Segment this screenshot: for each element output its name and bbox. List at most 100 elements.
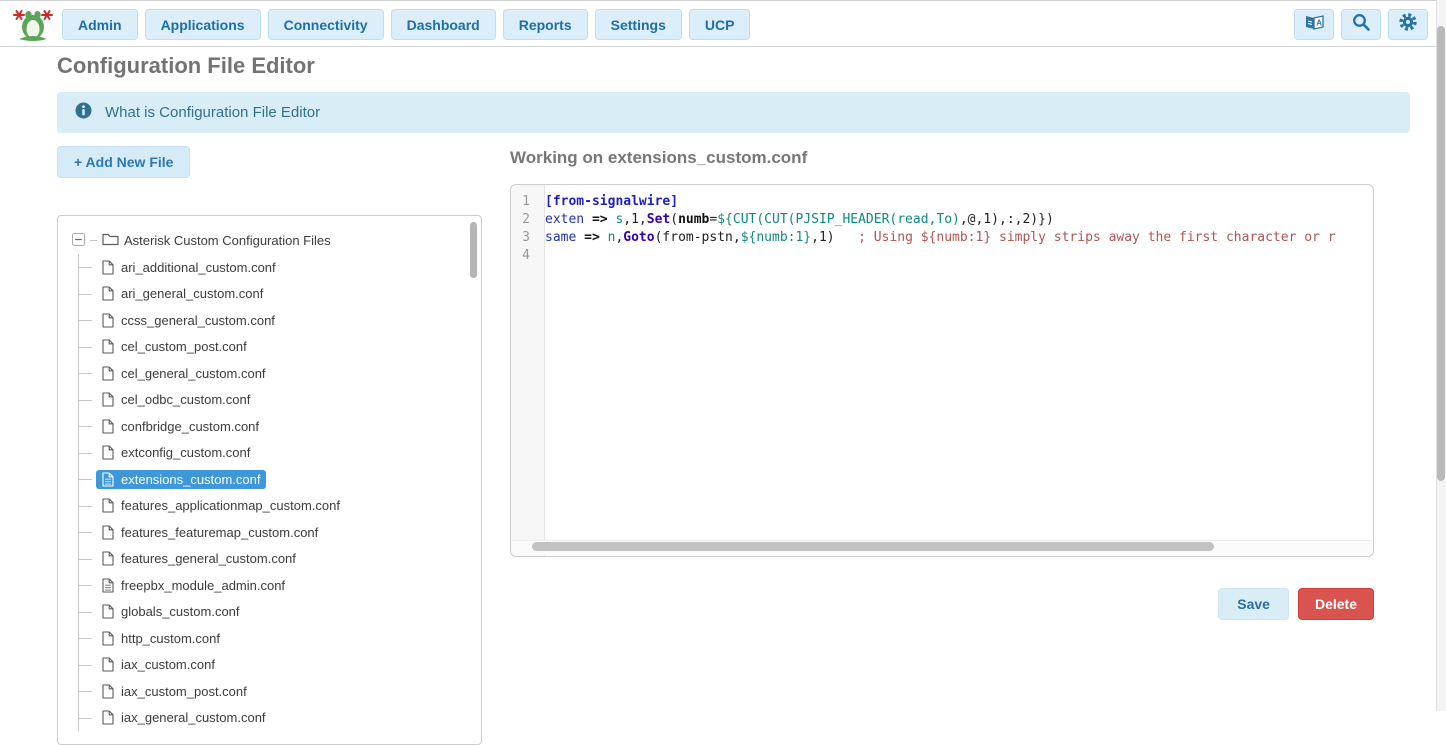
file-name-label: cel_odbc_custom.conf bbox=[121, 392, 250, 407]
page-scrollbar-thumb[interactable] bbox=[1437, 26, 1445, 481]
file-icon bbox=[102, 419, 114, 434]
file-name-label: extensions_custom.conf bbox=[121, 472, 260, 487]
file-icon bbox=[102, 525, 114, 540]
file-name-label: http_custom.conf bbox=[121, 631, 220, 646]
code-line: 3same => n,Goto(from-pstn,${numb:1},1) ;… bbox=[511, 229, 1373, 247]
file-icon bbox=[102, 286, 114, 301]
delete-button[interactable]: Delete bbox=[1298, 588, 1374, 620]
code-line: 1[from-signalwire] bbox=[511, 193, 1373, 211]
file-icon bbox=[102, 710, 114, 725]
config-code-editor[interactable]: 1[from-signalwire]2exten => s,1,Set(numb… bbox=[510, 184, 1374, 557]
tree-root-node[interactable]: Asterisk Custom Configuration Files bbox=[72, 227, 467, 254]
info-icon bbox=[75, 102, 92, 124]
file-icon bbox=[102, 366, 114, 381]
tree-file-cel_general_custom.conf[interactable]: cel_general_custom.conf bbox=[79, 360, 467, 387]
file-name-label: extconfig_custom.conf bbox=[121, 445, 250, 460]
top-navbar: AdminApplicationsConnectivityDashboardRe… bbox=[0, 0, 1446, 47]
file-name-label: globals_custom.conf bbox=[121, 604, 240, 619]
folder-icon bbox=[102, 232, 119, 249]
tree-file-ari_general_custom.conf[interactable]: ari_general_custom.conf bbox=[79, 281, 467, 308]
file-name-label: features_general_custom.conf bbox=[121, 551, 296, 566]
line-number: 1 bbox=[511, 193, 537, 211]
file-tree-children: ari_additional_custom.conf ari_general_cu… bbox=[78, 254, 467, 731]
file-name-label: confbridge_custom.conf bbox=[121, 419, 259, 434]
code-area[interactable]: 1[from-signalwire]2exten => s,1,Set(numb… bbox=[511, 193, 1373, 265]
tree-file-iax_general_custom.conf[interactable]: iax_general_custom.conf bbox=[79, 705, 467, 732]
file-name-label: ari_additional_custom.conf bbox=[121, 260, 276, 275]
page-title: Configuration File Editor bbox=[57, 53, 315, 79]
line-number: 2 bbox=[511, 211, 537, 229]
file-name-label: cel_general_custom.conf bbox=[121, 366, 266, 381]
gear-icon bbox=[1398, 12, 1418, 37]
tree-file-cel_custom_post.conf[interactable]: cel_custom_post.conf bbox=[79, 334, 467, 361]
editor-hscroll-track bbox=[512, 540, 1372, 555]
nav-settings[interactable]: Settings bbox=[595, 9, 682, 40]
nav-right-group: A bbox=[1294, 9, 1428, 40]
svg-text:A: A bbox=[1316, 18, 1322, 27]
tree-file-extconfig_custom.conf[interactable]: extconfig_custom.conf bbox=[79, 440, 467, 467]
line-number: 4 bbox=[511, 247, 537, 265]
nav-menu: AdminApplicationsConnectivityDashboardRe… bbox=[62, 9, 750, 40]
file-name-label: features_applicationmap_custom.conf bbox=[121, 498, 340, 513]
file-icon bbox=[102, 578, 114, 593]
nav-applications[interactable]: Applications bbox=[145, 9, 261, 40]
search-button[interactable] bbox=[1341, 9, 1381, 40]
line-number: 3 bbox=[511, 229, 537, 247]
info-banner[interactable]: What is Configuration File Editor bbox=[57, 92, 1410, 133]
freepbx-frog-logo[interactable] bbox=[12, 6, 54, 43]
file-name-label: freepbx_module_admin.conf bbox=[121, 578, 285, 593]
code-line: 2exten => s,1,Set(numb=${CUT(CUT(PJSIP_H… bbox=[511, 211, 1373, 229]
nav-admin[interactable]: Admin bbox=[62, 9, 138, 40]
tree-connector bbox=[90, 240, 97, 241]
file-icon bbox=[102, 392, 114, 407]
nav-dashboard[interactable]: Dashboard bbox=[391, 9, 496, 40]
nav-ucp[interactable]: UCP bbox=[689, 9, 751, 40]
tree-file-freepbx_module_admin.conf[interactable]: freepbx_module_admin.conf bbox=[79, 572, 467, 599]
settings-button[interactable] bbox=[1388, 9, 1428, 40]
tree-file-ccss_general_custom.conf[interactable]: ccss_general_custom.conf bbox=[79, 307, 467, 334]
info-banner-label: What is Configuration File Editor bbox=[105, 104, 320, 121]
file-icon bbox=[102, 339, 114, 354]
page-scrollbar bbox=[1436, 0, 1446, 711]
tree-file-ari_additional_custom.conf[interactable]: ari_additional_custom.conf bbox=[79, 254, 467, 281]
add-new-file-button[interactable]: + Add New File bbox=[57, 146, 190, 178]
file-icon bbox=[102, 313, 114, 328]
file-name-label: iax_custom_post.conf bbox=[121, 684, 247, 699]
action-button-row: Save Delete bbox=[510, 588, 1374, 620]
search-icon bbox=[1351, 12, 1371, 37]
file-icon bbox=[102, 604, 114, 619]
file-name-label: ari_general_custom.conf bbox=[121, 286, 263, 301]
language-icon: A bbox=[1304, 13, 1325, 37]
collapse-toggle-icon[interactable] bbox=[72, 233, 85, 249]
tree-file-iax_custom_post.conf[interactable]: iax_custom_post.conf bbox=[79, 678, 467, 705]
file-tree-panel: Asterisk Custom Configuration Files ari_… bbox=[57, 215, 482, 745]
tree-scrollbar-thumb[interactable] bbox=[470, 222, 477, 278]
file-icon bbox=[102, 631, 114, 646]
save-button[interactable]: Save bbox=[1218, 588, 1289, 620]
editor-heading: Working on extensions_custom.conf bbox=[510, 148, 807, 168]
nav-reports[interactable]: Reports bbox=[503, 9, 588, 40]
file-icon bbox=[102, 551, 114, 566]
tree-file-iax_custom.conf[interactable]: iax_custom.conf bbox=[79, 652, 467, 679]
language-button[interactable]: A bbox=[1294, 9, 1334, 40]
tree-file-extensions_custom.conf[interactable]: extensions_custom.conf bbox=[79, 466, 467, 493]
tree-file-cel_odbc_custom.conf[interactable]: cel_odbc_custom.conf bbox=[79, 387, 467, 414]
code-line: 4 bbox=[511, 247, 1373, 265]
file-name-label: cel_custom_post.conf bbox=[121, 339, 247, 354]
tree-file-features_general_custom.conf[interactable]: features_general_custom.conf bbox=[79, 546, 467, 573]
tree-file-http_custom.conf[interactable]: http_custom.conf bbox=[79, 625, 467, 652]
nav-connectivity[interactable]: Connectivity bbox=[268, 9, 384, 40]
file-icon bbox=[102, 472, 114, 487]
tree-file-features_applicationmap_custom.conf[interactable]: features_applicationmap_custom.conf bbox=[79, 493, 467, 520]
editor-hscroll-thumb[interactable] bbox=[532, 542, 1214, 551]
tree-file-globals_custom.conf[interactable]: globals_custom.conf bbox=[79, 599, 467, 626]
file-name-label: features_featuremap_custom.conf bbox=[121, 525, 318, 540]
file-name-label: iax_general_custom.conf bbox=[121, 710, 266, 725]
file-icon bbox=[102, 445, 114, 460]
file-icon bbox=[102, 684, 114, 699]
tree-file-confbridge_custom.conf[interactable]: confbridge_custom.conf bbox=[79, 413, 467, 440]
tree-root-label: Asterisk Custom Configuration Files bbox=[124, 233, 331, 248]
tree-file-features_featuremap_custom.conf[interactable]: features_featuremap_custom.conf bbox=[79, 519, 467, 546]
file-icon bbox=[102, 657, 114, 672]
file-icon bbox=[102, 498, 114, 513]
